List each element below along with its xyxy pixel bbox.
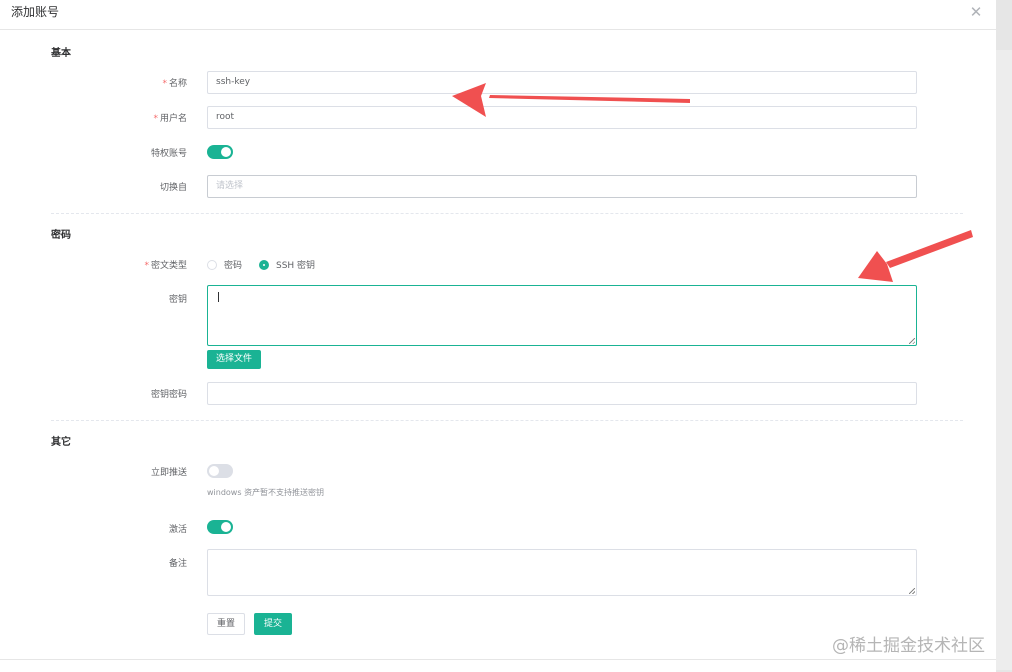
arrow-to-name-field (452, 83, 690, 117)
annotation-arrows (452, 83, 973, 282)
watermark: @稀土掘金技术社区 (832, 636, 985, 656)
arrow-to-private-key (858, 230, 973, 282)
